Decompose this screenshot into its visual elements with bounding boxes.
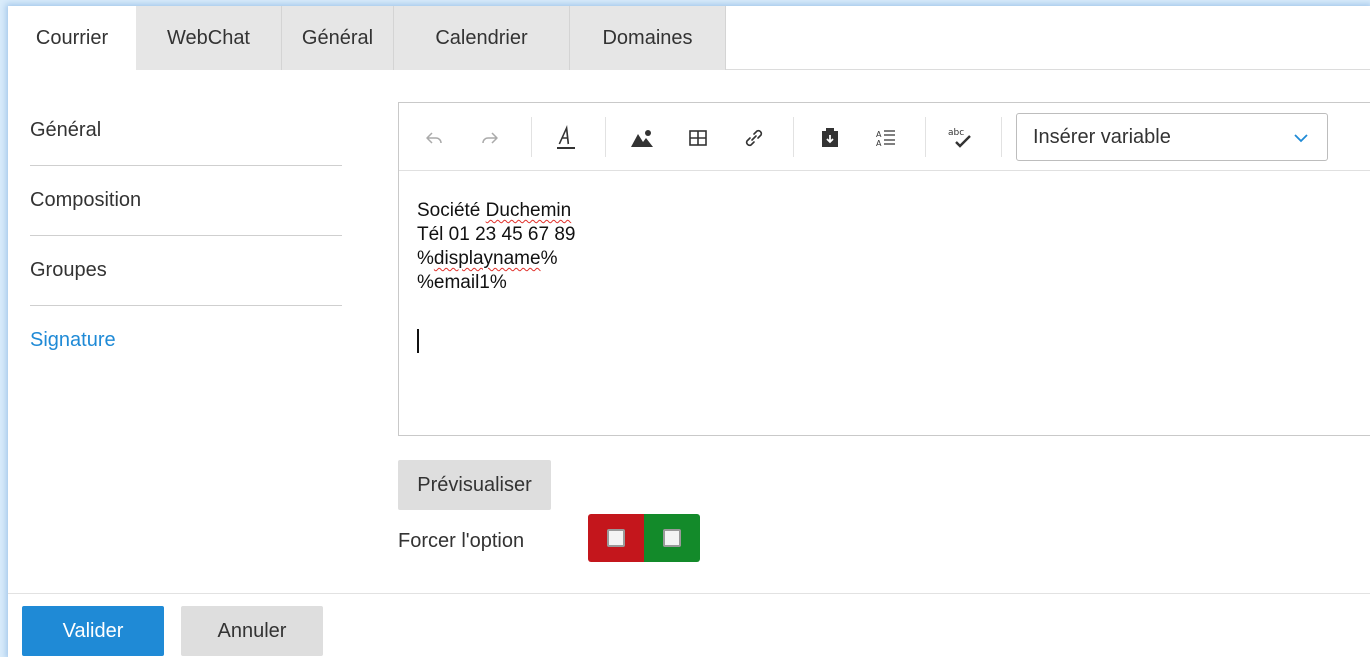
signature-editor[interactable]: AA abc Insérer variable Société Duchemin… bbox=[398, 102, 1370, 436]
image-icon[interactable] bbox=[625, 121, 659, 155]
signature-content[interactable]: Société Duchemin Tél 01 23 45 67 89 %dis… bbox=[417, 199, 1317, 295]
spellcheck-icon[interactable]: abc bbox=[943, 121, 977, 155]
sidebar-item-signature[interactable]: Signature bbox=[30, 305, 342, 375]
preview-button[interactable]: Prévisualiser bbox=[398, 460, 551, 510]
signature-line-displayname: %displayname% bbox=[417, 248, 558, 269]
signature-line-company: Société Duchemin bbox=[417, 200, 572, 221]
link-icon[interactable] bbox=[737, 121, 771, 155]
tab-domaines[interactable]: Domaines bbox=[570, 6, 726, 70]
undo-icon[interactable] bbox=[417, 121, 451, 155]
insert-variable-label: Insérer variable bbox=[1033, 125, 1171, 148]
svg-text:abc: abc bbox=[948, 128, 964, 138]
svg-text:A: A bbox=[876, 130, 882, 139]
force-option-red-toggle[interactable] bbox=[588, 514, 644, 562]
redo-icon[interactable] bbox=[473, 121, 507, 155]
editor-toolbar: AA abc Insérer variable bbox=[399, 103, 1370, 171]
dialog-footer: Valider Annuler bbox=[8, 593, 1370, 657]
sidebar-item-groupes[interactable]: Groupes bbox=[30, 236, 342, 306]
signature-line-phone: Tél 01 23 45 67 89 bbox=[417, 224, 576, 245]
text-caret bbox=[417, 329, 419, 353]
chevron-down-icon bbox=[1291, 128, 1311, 154]
cancel-button[interactable]: Annuler bbox=[181, 606, 323, 656]
tab-bar: Courrier WebChat Général Calendrier Doma… bbox=[8, 6, 1370, 71]
font-color-icon[interactable] bbox=[549, 121, 583, 155]
table-icon[interactable] bbox=[681, 121, 715, 155]
tab-calendrier[interactable]: Calendrier bbox=[394, 6, 570, 70]
settings-dialog: Courrier WebChat Général Calendrier Doma… bbox=[8, 6, 1370, 657]
signature-line-email: %email1% bbox=[417, 272, 507, 293]
tab-general[interactable]: Général bbox=[282, 6, 394, 70]
misspelled-word: Duchemin bbox=[485, 200, 572, 221]
misspelled-word: displayname bbox=[433, 248, 541, 269]
sidebar-item-composition[interactable]: Composition bbox=[30, 166, 342, 236]
sidebar-item-general[interactable]: Général bbox=[30, 96, 342, 166]
svg-text:A: A bbox=[876, 139, 882, 148]
tab-courrier[interactable]: Courrier bbox=[8, 6, 136, 71]
paragraph-format-icon[interactable]: AA bbox=[869, 121, 903, 155]
tab-webchat[interactable]: WebChat bbox=[136, 6, 282, 70]
force-option-label: Forcer l'option bbox=[398, 529, 525, 552]
checkbox[interactable] bbox=[607, 529, 625, 547]
force-option-green-toggle[interactable] bbox=[644, 514, 700, 562]
insert-variable-select[interactable]: Insérer variable bbox=[1016, 113, 1328, 161]
checkbox[interactable] bbox=[663, 529, 681, 547]
validate-button[interactable]: Valider bbox=[22, 606, 164, 656]
insert-template-icon[interactable] bbox=[813, 121, 847, 155]
